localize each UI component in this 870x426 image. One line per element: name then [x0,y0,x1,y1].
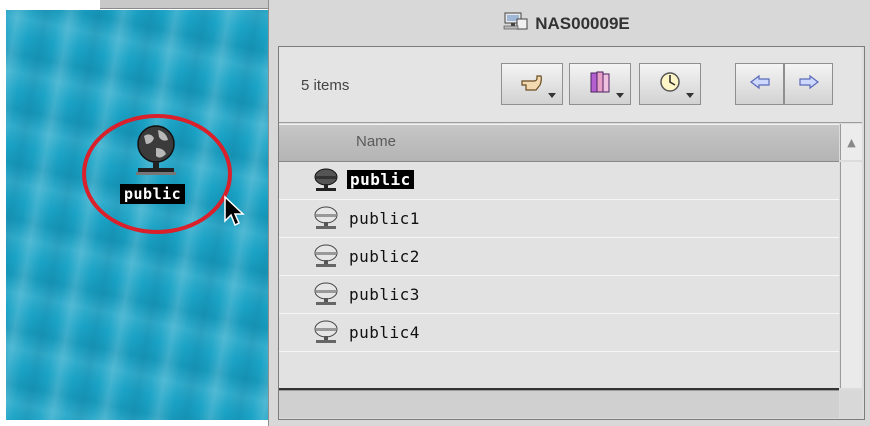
list-item-label: public [347,170,414,189]
back-arrow-icon [749,74,771,94]
column-header-label: Name [356,133,397,150]
list-item[interactable]: public4 [279,314,839,352]
server-volume-icon [313,167,339,195]
resize-corner[interactable] [840,390,862,418]
books-icon [589,70,611,98]
sort-direction-button[interactable]: ▲ [840,124,862,160]
clock-icon [658,70,682,98]
item-count: 5 items [301,77,350,94]
server-volume-icon [313,281,339,309]
network-volume-icon [132,122,180,182]
horizontal-scrollbar[interactable] [279,390,839,418]
file-list: public public1 public2 public3 public4 [279,162,839,388]
action-button[interactable] [501,63,563,105]
list-item[interactable]: public [279,162,839,200]
window-title: NAS00009E [535,13,630,33]
server-volume-icon [313,319,339,347]
list-item-label: public3 [349,285,420,304]
list-item[interactable]: public3 [279,276,839,314]
desktop-volume-icon-public[interactable]: public [82,114,232,234]
pointing-hand-icon [520,71,544,97]
list-item[interactable]: public1 [279,200,839,238]
forward-button[interactable] [784,63,833,105]
server-icon [503,11,529,36]
desktop-icon-label: public [120,184,186,204]
finder-content-panel: 5 items Name ▲ public public1 public2 pu… [278,46,865,420]
list-item[interactable]: public2 [279,238,839,276]
toolbar: 5 items [279,47,862,123]
list-item-label: public2 [349,247,420,266]
list-item-label: public1 [349,209,420,228]
column-header-name[interactable]: Name [279,124,839,162]
server-volume-icon [313,205,339,233]
sort-triangle-icon: ▲ [847,135,856,149]
server-volume-icon [313,243,339,271]
window-title-bar[interactable]: NAS00009E [269,6,864,36]
recent-button[interactable] [639,63,701,105]
back-button[interactable] [735,63,784,105]
view-button[interactable] [569,63,631,105]
list-item-label: public4 [349,323,420,342]
forward-arrow-icon [798,74,820,94]
finder-window[interactable]: NAS00009E 5 items Name ▲ public public1 … [268,0,870,426]
mouse-pointer-icon [223,195,247,229]
vertical-scrollbar[interactable] [840,162,862,388]
